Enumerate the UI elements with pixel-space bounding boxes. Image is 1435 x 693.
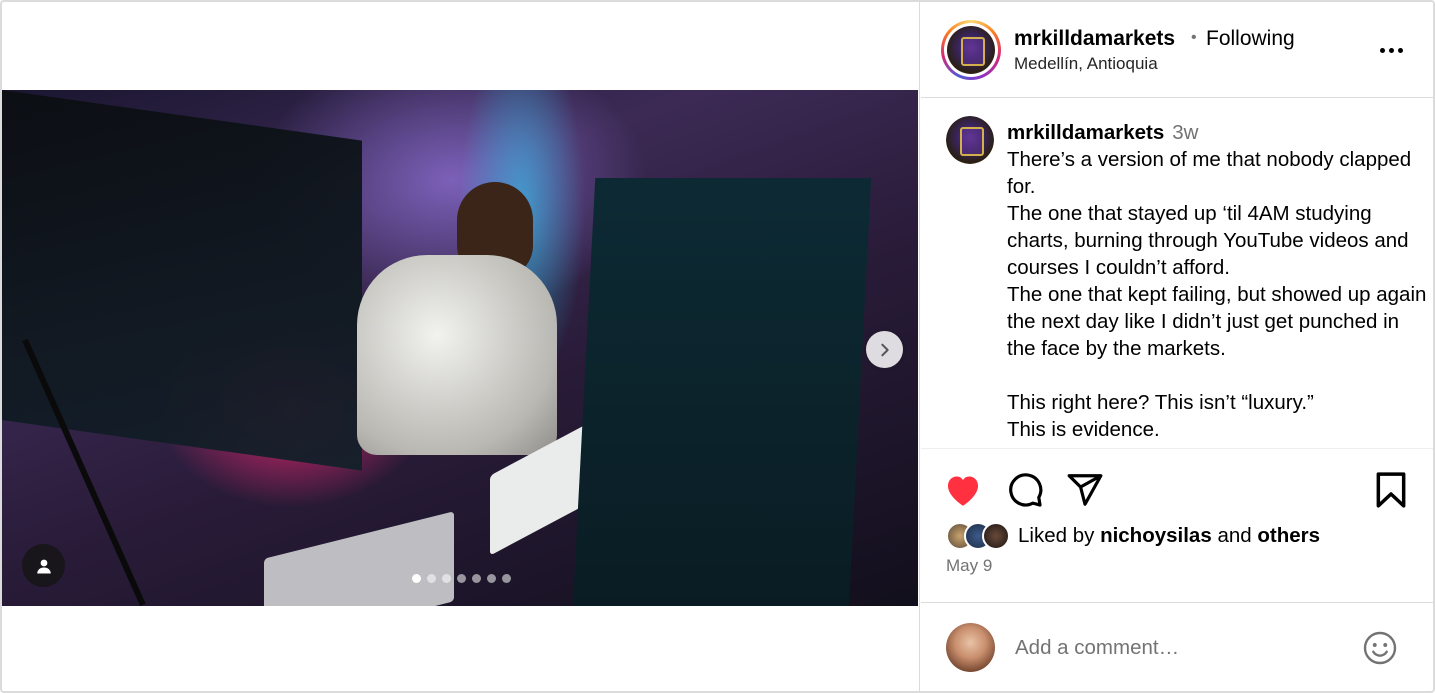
chevron-right-icon: [880, 343, 889, 356]
tagged-people-button[interactable]: [22, 544, 65, 587]
comment-input[interactable]: [1015, 633, 1345, 663]
share-button[interactable]: [1065, 470, 1105, 510]
post-dialog: mrkilldamarkets • Following Medellín, An…: [0, 0, 1435, 693]
heart-icon: [947, 476, 979, 506]
emoji-button[interactable]: [1361, 629, 1399, 667]
media-area: [2, 2, 920, 691]
save-button[interactable]: [1371, 470, 1411, 510]
likes-summary: Liked by nichoysilas and others: [946, 520, 1320, 552]
person-shirt-shape: [357, 255, 557, 455]
post-photo[interactable]: [2, 90, 918, 606]
following-button[interactable]: Following: [1206, 27, 1295, 51]
caption-username[interactable]: mrkilldamarkets: [1007, 121, 1164, 144]
caption-line: There’s a version of me that nobody clap…: [1007, 148, 1412, 198]
caption-line: This is evidence.: [1007, 418, 1160, 441]
carousel-dot: [487, 574, 496, 583]
caption-avatar[interactable]: [946, 116, 994, 164]
avatar: [946, 623, 995, 672]
bookmark-icon: [1376, 472, 1406, 508]
likes-prefix: Liked by: [1018, 524, 1095, 547]
carousel-dot: [442, 574, 451, 583]
likes-others-link[interactable]: others: [1257, 524, 1320, 547]
caption-text: mrkilldamarkets 3w There’s a version of m…: [1007, 119, 1427, 443]
comment-box: [921, 602, 1433, 691]
likes-conjunction: and: [1217, 524, 1252, 547]
person-icon: [36, 559, 51, 573]
post-side-panel: mrkilldamarkets • Following Medellín, An…: [921, 2, 1433, 691]
post-header: mrkilldamarkets • Following Medellín, An…: [921, 2, 1433, 98]
caption-time[interactable]: 3w: [1172, 121, 1198, 144]
carousel-dot: [502, 574, 511, 583]
emoji-icon: [1363, 631, 1397, 665]
more-options-button[interactable]: [1373, 36, 1409, 64]
carousel-dot: [427, 574, 436, 583]
caption-line: [1007, 362, 1427, 389]
caption-area: mrkilldamarkets 3w There’s a version of m…: [921, 99, 1433, 449]
caption-line: This right here? This isn’t “luxury.”: [1007, 391, 1314, 414]
caption-line: The one that kept failing, but showed up…: [1007, 283, 1427, 360]
avatar: [947, 26, 995, 74]
monitor-shape: [572, 178, 872, 606]
carousel-dot: [412, 574, 421, 583]
avatar: [982, 522, 1010, 550]
action-bar: [921, 464, 1433, 518]
carousel-dot: [457, 574, 466, 583]
likes-text: Liked by nichoysilas and others: [1018, 524, 1320, 548]
laptop-shape: [264, 511, 454, 606]
share-icon: [1067, 474, 1103, 506]
post-date[interactable]: May 9: [946, 556, 992, 576]
comment-button[interactable]: [1005, 470, 1045, 510]
like-button[interactable]: [943, 470, 983, 510]
carousel-next-button[interactable]: [866, 331, 903, 368]
liker-username[interactable]: nichoysilas: [1100, 524, 1212, 547]
caption-line: The one that stayed up ‘til 4AM studying…: [1007, 202, 1409, 279]
story-ring[interactable]: [941, 20, 1001, 80]
more-icon: [1379, 47, 1385, 53]
avatar: [946, 116, 994, 164]
header-separator: •: [1191, 29, 1197, 46]
comment-icon: [1009, 473, 1043, 507]
carousel-indicator: [412, 574, 511, 583]
caption-body: There’s a version of me that nobody clap…: [1007, 146, 1427, 443]
carousel-dot: [472, 574, 481, 583]
post-location[interactable]: Medellín, Antioquia: [1014, 54, 1158, 74]
header-username[interactable]: mrkilldamarkets: [1014, 27, 1175, 51]
